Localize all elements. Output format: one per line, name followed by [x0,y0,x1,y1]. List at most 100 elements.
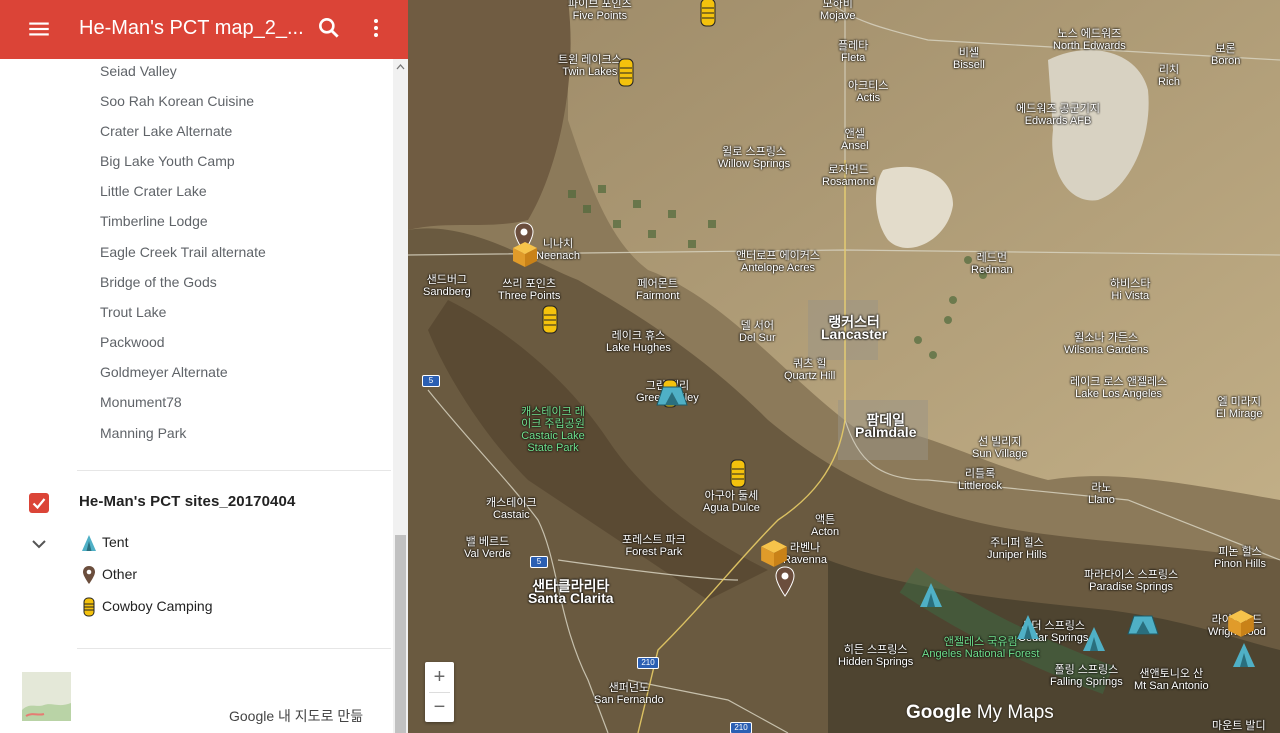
tent-icon[interactable] [1015,613,1041,641]
layer-list: Seiad Valley Soo Rah Korean Cuisine Crat… [0,59,393,733]
map-label: 액튼 Acton [811,514,840,538]
map-label: 폴링 스프링스 Falling Springs [1050,664,1123,688]
map-label: 하비스타 Hi Vista [1110,278,1151,302]
layer-title[interactable]: He-Man's PCT sites_20170404 [79,493,295,510]
place-item[interactable]: Monument78 [100,393,182,411]
map-label: 레이크 휴스 Lake Hughes [606,330,671,354]
package-icon[interactable] [759,538,789,568]
highway-shield: 5 [530,556,548,568]
sleeping-bag-icon[interactable] [617,58,635,88]
map-label: 앤셀 Ansel [841,128,869,152]
map-label: 샌타클라리타 Santa Clarita [528,578,614,606]
map-label: 파이브 포인츠 Five Points [568,0,632,22]
place-item[interactable]: Goldmeyer Alternate [100,363,228,381]
map-label: 아크티스 Actis [848,80,889,104]
tent-icon[interactable] [1231,641,1257,669]
place-item[interactable]: Manning Park [100,424,186,442]
zoom-out-button[interactable]: − [425,692,454,722]
scrollbar-thumb[interactable] [395,535,406,733]
map-label: 리치 Rich [1158,64,1181,88]
map-label: 쿼츠 힐 Quartz Hill [784,358,836,382]
map-label: 샌앤토니오 산 Mt San Antonio [1134,668,1209,692]
map-label: 리틀록 Littlerock [958,468,1003,492]
map-label: 라벤나 Ravenna [783,542,828,566]
map-legend-panel: He-Man's PCT map_2_... Seiad Valley Soo … [0,0,408,733]
map-label: 랭커스터 Lancaster [821,314,888,342]
place-item[interactable]: Bridge of the Gods [100,273,217,291]
map-label: 윌로 스프링스 Willow Springs [718,146,791,170]
tent-icon[interactable] [1081,625,1107,653]
menu-icon[interactable] [26,16,52,42]
google-my-maps-credit[interactable]: Google 내 지도로 만듦 [229,706,363,726]
place-item[interactable]: Crater Lake Alternate [100,122,232,140]
map-label: 선 빌리지 Sun Village [972,436,1028,460]
map-label: 앤터로프 에이커스 Antelope Acres [736,250,821,274]
map-label: 레드먼 Redman [971,252,1013,276]
map-label: 모하비 Mojave [820,0,856,22]
place-item[interactable]: Big Lake Youth Camp [100,152,235,170]
place-item[interactable]: Packwood [100,333,165,351]
place-item[interactable]: Eagle Creek Trail alternate [100,243,266,261]
map-label: 레이크 로스 앤젤레스 Lake Los Angeles [1070,376,1168,400]
place-item[interactable]: Timberline Lodge [100,212,208,230]
top-app-bar: He-Man's PCT map_2_... [0,0,408,59]
tent-icon [82,535,96,551]
scrollbar[interactable] [393,59,408,733]
map-label: 페어몬트 Fairmont [636,278,680,302]
map-label: 히든 스프링스 Hidden Springs [838,644,914,668]
sleeping-bag-icon [83,597,95,617]
layer-visibility-checkbox[interactable] [29,493,49,513]
map-label: 마운트 발디 [1212,720,1266,732]
chevron-down-icon[interactable] [30,535,48,553]
map-title: He-Man's PCT map_2_... [79,17,304,39]
map-label: 주니퍼 힐스 Juniper Hills [987,537,1047,561]
divider [77,470,391,471]
map-label: 노스 에드워즈 North Edwards [1053,28,1126,52]
map-label: 델 서어 Del Sur [739,320,776,344]
map-label: 라노 Llano [1088,482,1115,506]
map-label: 포레스트 파크 Forest Park [622,534,686,558]
more-vert-icon[interactable] [364,15,388,41]
map-label: 윌소나 가든스 Wilsona Gardens [1064,332,1149,356]
place-item[interactable]: Seiad Valley [100,62,177,80]
place-item[interactable]: Little Crater Lake [100,182,207,200]
place-item[interactable]: Soo Rah Korean Cuisine [100,92,254,110]
sleeping-bag-icon[interactable] [699,0,717,28]
map-label: 밸 베르드 Val Verde [464,536,511,560]
map-label: 에드워즈 공군기지 Edwards AFB [1016,103,1101,127]
scroll-up-arrow-icon[interactable] [396,63,405,71]
map-label: 보론 Boron [1211,43,1241,67]
sleeping-bag-icon[interactable] [729,459,747,489]
map-label: 아구아 둘세 Agua Dulce [703,490,760,514]
map-label: 캐스테이크 Castaic [486,497,537,521]
map-label: 파라다이스 스프링스 Paradise Springs [1084,569,1179,593]
shelter-icon[interactable] [1126,612,1160,638]
place-item[interactable]: Trout Lake [100,303,166,321]
sleeping-bag-icon[interactable] [541,305,559,335]
pin-icon[interactable] [774,566,796,598]
highway-shield: 5 [422,375,440,387]
map-label: 샌드버그 Sandberg [423,274,471,298]
tent-icon[interactable] [918,581,944,609]
legend-label: Other [102,566,138,582]
my-maps-app: He-Man's PCT map_2_... Seiad Valley Soo … [0,0,1280,733]
shelter-icon[interactable] [655,383,689,409]
map-label: 트윈 레이크스 Twin Lakes [558,54,622,78]
package-icon[interactable] [511,240,539,268]
highway-shield: 210 [637,657,659,669]
package-icon[interactable] [1226,608,1256,638]
highway-shield: 210 [730,722,752,733]
basemap-thumbnail[interactable] [22,672,71,721]
divider [77,648,391,649]
basemap-preview-icon [22,672,71,721]
map-label: 쓰리 포인츠 Three Points [498,278,561,302]
satellite-map[interactable]: 파이브 포인츠 Five Points 모하비 Mojave 노스 에드워즈 Nort… [408,0,1280,733]
legend-label: Tent [102,534,129,550]
check-icon [32,498,46,510]
map-label: 캐스테이크 레이크 주립공원 Castaic Lake State Park [521,406,585,454]
search-icon[interactable] [316,15,342,41]
zoom-in-button[interactable]: + [425,662,454,692]
map-label: 플레타 Fleta [838,40,869,64]
legend-label: Cowboy Camping [102,598,213,614]
map-label: 비셀 Bissell [953,47,985,71]
